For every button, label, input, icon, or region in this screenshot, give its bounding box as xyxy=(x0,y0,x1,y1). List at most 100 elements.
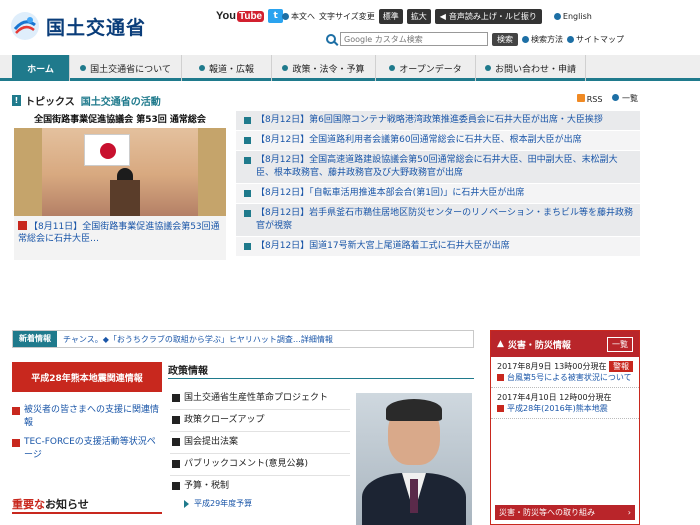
japan-flag xyxy=(84,134,130,166)
topics-header: ! トピックス 国土交通省の活動 RSS 一覧 xyxy=(12,92,640,108)
divider xyxy=(168,378,474,379)
twitter-icon[interactable]: t xyxy=(268,9,284,23)
arrow-icon xyxy=(244,137,251,144)
kumamoto-link-support[interactable]: 被災者の皆さまへの支援に関連情報 xyxy=(12,404,162,430)
podium xyxy=(110,180,140,216)
list-item[interactable]: 【8月12日】全国高速道路建設協議会第50回通常総会に石井大臣、田中副大臣、末松… xyxy=(236,151,640,184)
nav-item-press[interactable]: 報道・広報 xyxy=(182,55,272,81)
topic-text: 【8月12日】岩手県釜石市鵜住居地区防災センターのリノベーション・まちビル等を藤… xyxy=(256,208,634,231)
rss-icon xyxy=(576,93,585,102)
social-links: You Tube t xyxy=(216,9,284,23)
featured-caption[interactable]: 【8月11日】全国街路事業促進協議会第53回通常総会に石井大臣… xyxy=(18,220,222,245)
list-item[interactable]: 【8月12日】岩手県釜石市鵜住居地区防災センターのリノベーション・まちビル等を藤… xyxy=(236,204,640,237)
nav-item-label: 政策・法令・予算 xyxy=(292,64,365,75)
nav-item-home[interactable]: ホーム xyxy=(12,55,70,81)
bullet-icon xyxy=(80,65,87,71)
disaster-footer-label: 災害・防災等への取り組み xyxy=(499,508,595,517)
nav-item-contact[interactable]: お問い合わせ・申請 xyxy=(476,55,586,81)
nav-item-about[interactable]: 国土交通省について xyxy=(70,55,182,81)
notice-rest: お知らせ xyxy=(45,498,89,511)
warning-icon: ▲ xyxy=(497,339,504,349)
featured-topic[interactable]: 全国街路事業促進協議会 第53回 通常総会 【8月11日】全国街路事業促進協議会… xyxy=(14,112,226,260)
featured-banner: 全国街路事業促進協議会 第53回 通常総会 xyxy=(14,112,226,128)
disaster-link[interactable]: 平成28年(2016年)熊本地震 xyxy=(497,403,633,414)
ticker-label: 新着情報 xyxy=(13,331,57,347)
global-nav: ホーム 国土交通省について 報道・広報 政策・法令・予算 オープンデータ お問い… xyxy=(0,55,700,81)
disaster-item: 2017年8月9日 13時00分現在 警報 台風第5号による被害状況について xyxy=(491,357,639,388)
bullet-icon xyxy=(612,94,620,101)
minister-hair xyxy=(386,399,442,421)
featured-date: 【8月11日】 xyxy=(29,222,83,232)
bullet-icon xyxy=(567,35,574,43)
youtube-tube-label: Tube xyxy=(236,10,265,22)
notice-prefix: 重要な xyxy=(12,498,45,511)
policy-item-closeup[interactable]: 政策クローズアップ xyxy=(170,410,350,432)
nav-item-label: 報道・広報 xyxy=(208,64,254,75)
bullet-icon xyxy=(389,65,396,71)
kumamoto-banner[interactable]: 平成28年熊本地震関連情報 xyxy=(12,362,162,392)
arrow-icon xyxy=(18,221,27,230)
topic-text: 【8月12日】全国道路利用者会議第60回通常総会に石井大臣、根本副大臣が出席 xyxy=(256,135,582,145)
ticker-text[interactable]: チャンス。◆「おうちクラブの取組から学ぶ」ヒヤリハット調査…詳細情報 xyxy=(63,334,443,345)
bullet-icon xyxy=(484,65,491,71)
voice-reading-label: 音声読み上げ・ルビ振り xyxy=(448,12,537,21)
skip-to-main-label: 本文へ xyxy=(291,12,315,21)
bullet-icon xyxy=(282,13,289,20)
font-standard-button[interactable]: 標準 xyxy=(378,9,403,24)
topic-text: 【8月12日】全国高速道路建設協議会第50回通常総会に石井大臣、田中副大臣、末松… xyxy=(256,155,618,178)
disaster-list-button[interactable]: 一覧 xyxy=(607,336,633,352)
search-input[interactable] xyxy=(340,32,488,46)
nav-item-policy[interactable]: 政策・法令・予算 xyxy=(272,55,376,81)
policy-item-public-comment[interactable]: パブリックコメント(意見公募) xyxy=(170,454,350,476)
site-header: 国土交通省 You Tube t 本文へ 文字サイズ変更 標準 拡大 ◀ 音声読… xyxy=(0,0,700,52)
policy-list: 国土交通省生産性革命プロジェクト 政策クローズアップ 国会提出法案 パブリックコ… xyxy=(170,388,350,509)
site-logo[interactable]: 国土交通省 xyxy=(10,8,160,44)
rss-label: RSS xyxy=(586,94,603,104)
youtube-link[interactable]: You Tube xyxy=(216,10,265,22)
search-button[interactable]: 検索 xyxy=(492,32,518,46)
kumamoto-links: 被災者の皆さまへの支援に関連情報 TEC-FORCEの支援活動等状況ページ xyxy=(12,404,162,468)
topics-list-link[interactable]: 一覧 xyxy=(612,93,638,104)
topics-subtitle: 国土交通省の活動 xyxy=(80,96,161,108)
policy-sub-budget-link[interactable]: 平成29年度予算 xyxy=(170,498,350,509)
nav-item-open-data[interactable]: オープンデータ xyxy=(376,55,476,81)
speaker-icon: ◀ xyxy=(439,12,446,21)
font-large-button[interactable]: 拡大 xyxy=(406,9,431,24)
skip-to-main-link[interactable]: 本文へ xyxy=(282,11,315,22)
policy-item-budget[interactable]: 予算・税制 xyxy=(170,476,350,498)
search-method-link[interactable]: 検索方法 xyxy=(522,34,563,45)
featured-photo: 全国街路事業促進協議会 第53回 通常総会 xyxy=(14,112,226,216)
list-item[interactable]: 【8月12日】「自転車活用推進本部会合(第1回)」に石井大臣が出席 xyxy=(236,184,640,204)
sitemap-label: サイトマップ xyxy=(576,34,624,44)
topic-text: 【8月12日】「自転車活用推進本部会合(第1回)」に石井大臣が出席 xyxy=(256,188,525,198)
topic-text: 【8月12日】第6回国際コンテナ戦略港湾政策推進委員会に石井大臣が出席・大臣挨拶 xyxy=(256,115,603,125)
font-size-label: 文字サイズ変更 xyxy=(319,12,375,21)
rss-link[interactable]: RSS xyxy=(576,93,603,104)
arrow-icon xyxy=(244,210,251,217)
disaster-link[interactable]: 台風第5号による被害状況について xyxy=(497,372,633,383)
list-item[interactable]: 【8月12日】国道17号新大宮上尾道路着工式に石井大臣が出席 xyxy=(236,237,640,257)
minister-tie xyxy=(410,479,418,513)
sitemap-link[interactable]: サイトマップ xyxy=(567,34,624,45)
logo-text: 国土交通省 xyxy=(46,16,147,39)
policy-item-productivity[interactable]: 国土交通省生産性革命プロジェクト xyxy=(170,388,350,410)
important-notice-heading: 重要なお知らせ xyxy=(12,496,89,512)
list-item[interactable]: 【8月12日】第6回国際コンテナ戦略港湾政策推進委員会に石井大臣が出席・大臣挨拶 xyxy=(236,111,640,131)
nav-item-label: お問い合わせ・申請 xyxy=(494,64,576,75)
english-link[interactable]: English xyxy=(553,12,592,21)
search-bar: 検索 検索方法 サイトマップ xyxy=(326,32,624,46)
arrow-icon xyxy=(244,243,251,250)
kumamoto-link-tec-force[interactable]: TEC-FORCEの支援活動等状況ページ xyxy=(12,436,162,462)
nav-item-label: オープンデータ xyxy=(399,64,462,75)
disaster-footer-link[interactable]: 災害・防災等への取り組み › xyxy=(495,505,635,520)
disaster-date: 2017年8月9日 13時00分現在 xyxy=(497,362,607,371)
voice-reading-button[interactable]: ◀ 音声読み上げ・ルビ振り xyxy=(434,9,542,24)
status-badge: 警報 xyxy=(609,361,633,372)
minister-photo[interactable] xyxy=(356,393,472,525)
topics-list: 【8月12日】第6回国際コンテナ戦略港湾政策推進委員会に石井大臣が出席・大臣挨拶… xyxy=(236,111,640,257)
policy-item-bills[interactable]: 国会提出法案 xyxy=(170,432,350,454)
disaster-header: ▲ 災害・防災情報 一覧 xyxy=(491,331,639,357)
list-item[interactable]: 【8月12日】全国道路利用者会議第60回通常総会に石井大臣、根本副大臣が出席 xyxy=(236,131,640,151)
youtube-label: You xyxy=(216,10,236,22)
nav-item-label: ホーム xyxy=(27,64,54,75)
